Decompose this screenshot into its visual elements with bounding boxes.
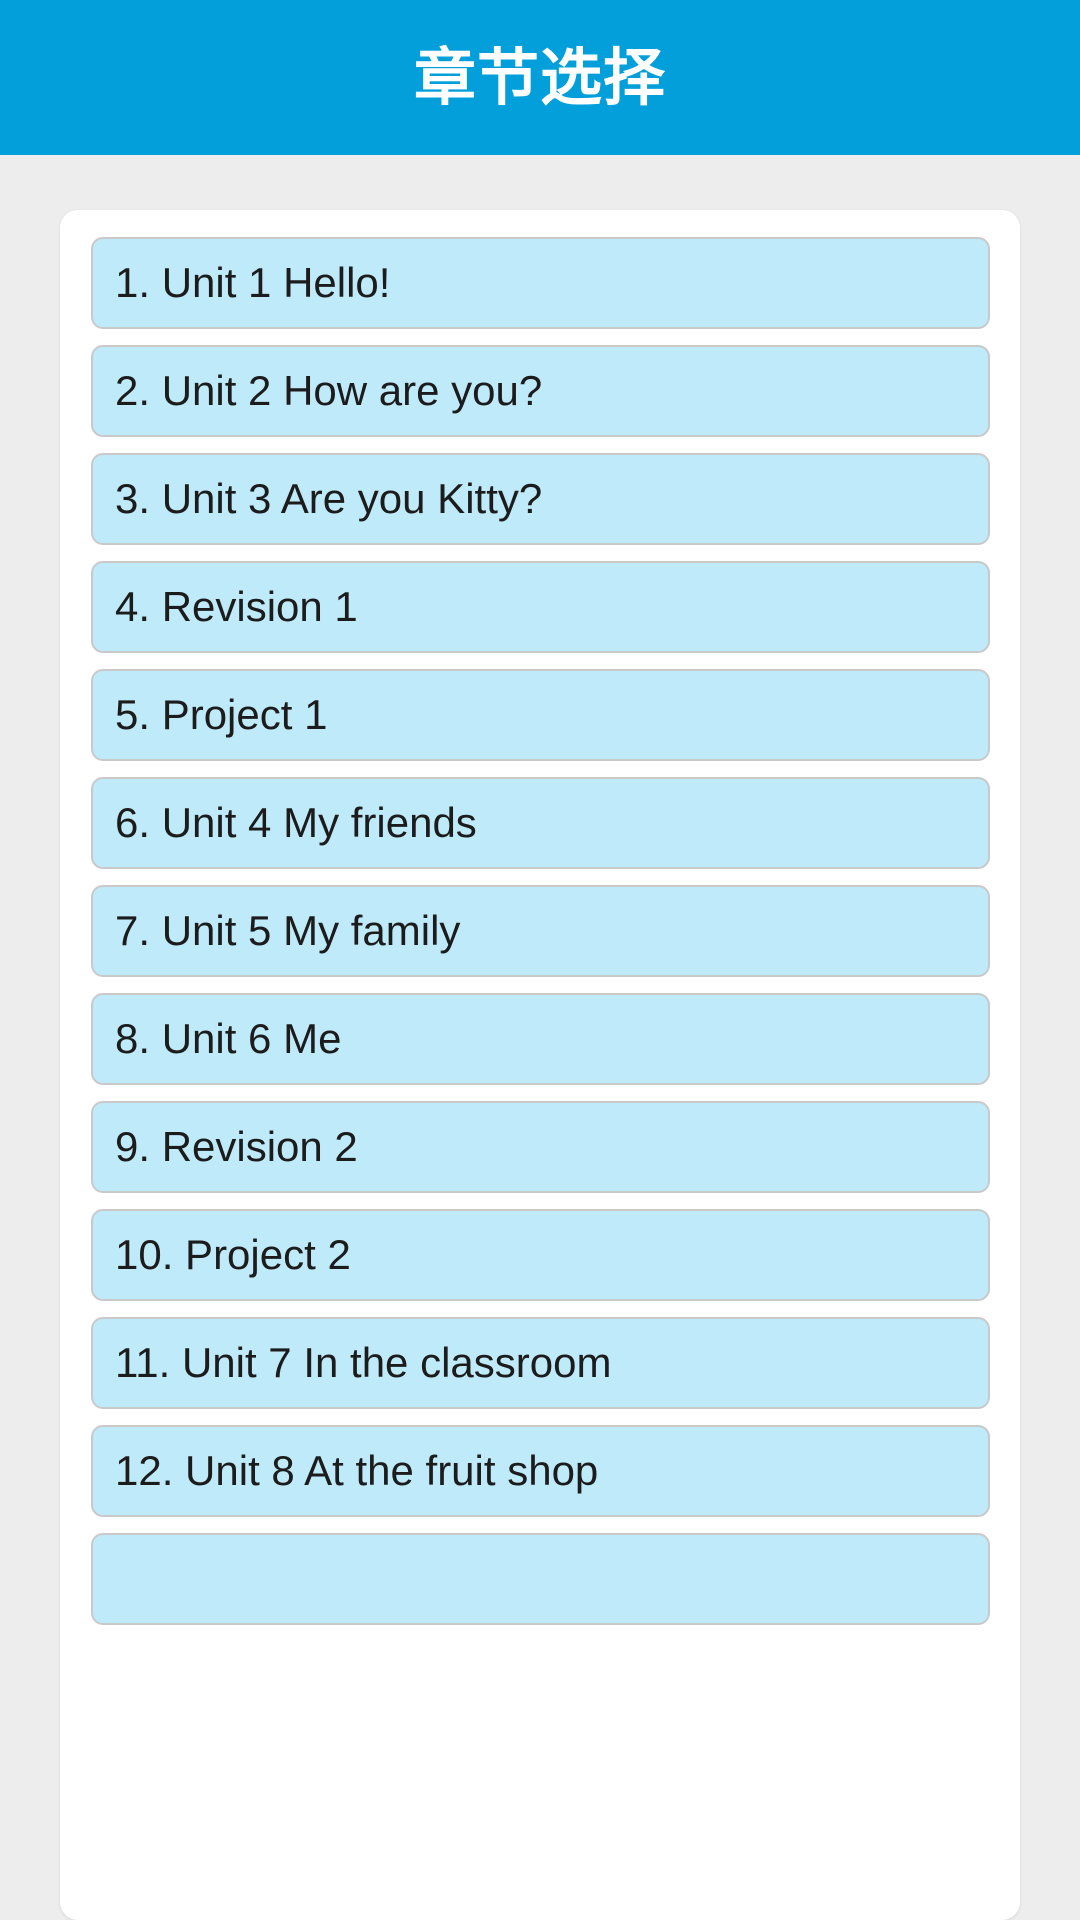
chapter-item-11[interactable]: 11. Unit 7 In the classroom (91, 1317, 990, 1409)
chapter-card: 1. Unit 1 Hello! 2. Unit 2 How are you? 3.… (60, 210, 1020, 1920)
chapter-item-4[interactable]: 4. Revision 1 (91, 561, 990, 653)
content-area: 1. Unit 1 Hello! 2. Unit 2 How are you? 3.… (0, 155, 1080, 1920)
chapter-item-13[interactable] (91, 1533, 990, 1625)
chapter-list[interactable]: 1. Unit 1 Hello! 2. Unit 2 How are you? 3.… (60, 210, 1020, 1641)
chapter-item-6[interactable]: 6. Unit 4 My friends (91, 777, 990, 869)
chapter-item-3[interactable]: 3. Unit 3 Are you Kitty? (91, 453, 990, 545)
chapter-item-2[interactable]: 2. Unit 2 How are you? (91, 345, 990, 437)
chapter-item-5[interactable]: 5. Project 1 (91, 669, 990, 761)
chapter-item-7[interactable]: 7. Unit 5 My family (91, 885, 990, 977)
app-header: 章节选择 (0, 0, 1080, 155)
chapter-item-10[interactable]: 10. Project 2 (91, 1209, 990, 1301)
chapter-item-1[interactable]: 1. Unit 1 Hello! (91, 237, 990, 329)
chapter-selection-screen: 章节选择 1. Unit 1 Hello! 2. Unit 2 How are y… (0, 0, 1080, 1920)
page-title: 章节选择 (413, 40, 666, 114)
chapter-item-8[interactable]: 8. Unit 6 Me (91, 993, 990, 1085)
chapter-item-9[interactable]: 9. Revision 2 (91, 1101, 990, 1193)
chapter-item-12[interactable]: 12. Unit 8 At the fruit shop (91, 1425, 990, 1517)
